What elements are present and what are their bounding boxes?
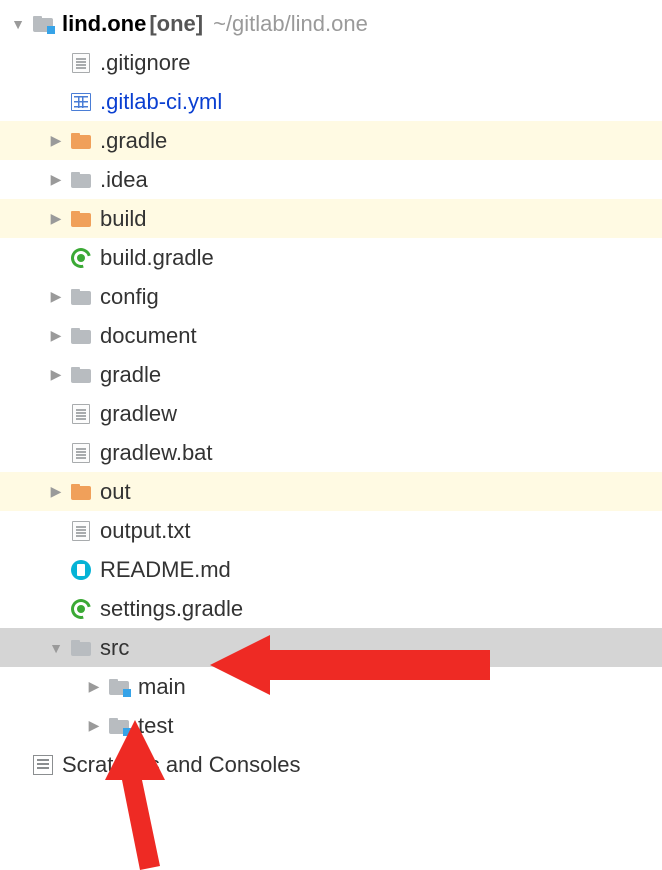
chevron-right-icon[interactable]: ▶ [82,678,106,695]
tree-node-folder[interactable]: ▶ gradle [0,355,662,394]
file-label: build.gradle [100,245,214,271]
tree-node-file[interactable]: ▶ .gitlab-ci.yml [0,82,662,121]
tree-node-folder[interactable]: ▶ document [0,316,662,355]
tree-node-file[interactable]: ▶ README.md [0,550,662,589]
root-name: lind.one [62,11,146,37]
folder-icon [68,328,94,344]
folder-icon [68,289,94,305]
file-label: gradlew.bat [100,440,213,466]
chevron-right-icon[interactable]: ▶ [82,717,106,734]
chevron-right-icon[interactable]: ▶ [44,132,68,149]
file-label: output.txt [100,518,191,544]
module-folder-icon [30,16,56,32]
file-label: gradlew [100,401,177,427]
tree-node-file[interactable]: ▶ .gitignore [0,43,662,82]
tree-node-folder[interactable]: ▶ out [0,472,662,511]
tree-node-scratches[interactable]: ▶ Scratches and Consoles [0,745,662,784]
root-path: ~/gitlab/lind.one [213,11,368,37]
folder-label: config [100,284,159,310]
tree-node-file[interactable]: ▶ output.txt [0,511,662,550]
tree-node-root[interactable]: ▼ lind.one [one] ~/gitlab/lind.one [0,4,662,43]
tree-node-folder[interactable]: ▶ config [0,277,662,316]
folder-label: document [100,323,197,349]
tree-node-folder[interactable]: ▶ .idea [0,160,662,199]
folder-label: out [100,479,131,505]
scratches-icon [30,755,56,775]
chevron-right-icon[interactable]: ▶ [44,483,68,500]
tree-node-folder[interactable]: ▶ .gradle [0,121,662,160]
chevron-right-icon[interactable]: ▶ [44,288,68,305]
file-label: settings.gradle [100,596,243,622]
folder-icon [68,640,94,656]
folder-label: src [100,635,129,661]
chevron-down-icon[interactable]: ▼ [44,640,68,656]
text-file-icon [68,521,94,541]
chevron-right-icon[interactable]: ▶ [44,210,68,227]
folder-icon [68,367,94,383]
tree-node-file[interactable]: ▶ settings.gradle [0,589,662,628]
gradle-file-icon [68,248,94,268]
scratches-label: Scratches and Consoles [62,752,300,778]
chevron-down-icon[interactable]: ▼ [6,16,30,32]
text-file-icon [68,404,94,424]
yml-file-icon [68,93,94,111]
excluded-folder-icon [68,133,94,149]
tree-node-folder[interactable]: ▶ build [0,199,662,238]
folder-label: .gradle [100,128,167,154]
gradle-file-icon [68,599,94,619]
chevron-right-icon[interactable]: ▶ [44,171,68,188]
folder-label: gradle [100,362,161,388]
folder-label: build [100,206,146,232]
excluded-folder-icon [68,211,94,227]
tree-node-folder[interactable]: ▶ test [0,706,662,745]
root-module: [one] [149,11,203,37]
chevron-right-icon[interactable]: ▶ [44,366,68,383]
tree-node-folder[interactable]: ▶ main [0,667,662,706]
folder-label: test [138,713,173,739]
file-label: .gitlab-ci.yml [100,89,222,115]
file-label: .gitignore [100,50,191,76]
text-file-icon [68,53,94,73]
text-file-icon [68,443,94,463]
tree-node-file[interactable]: ▶ gradlew [0,394,662,433]
markdown-file-icon [68,560,94,580]
folder-icon [68,172,94,188]
source-folder-icon [106,718,132,734]
tree-node-file[interactable]: ▶ gradlew.bat [0,433,662,472]
project-tree: ▼ lind.one [one] ~/gitlab/lind.one ▶ .gi… [0,0,662,784]
excluded-folder-icon [68,484,94,500]
folder-label: main [138,674,186,700]
chevron-right-icon[interactable]: ▶ [44,327,68,344]
source-folder-icon [106,679,132,695]
tree-node-folder-selected[interactable]: ▼ src [0,628,662,667]
folder-label: .idea [100,167,148,193]
file-label: README.md [100,557,231,583]
tree-node-file[interactable]: ▶ build.gradle [0,238,662,277]
